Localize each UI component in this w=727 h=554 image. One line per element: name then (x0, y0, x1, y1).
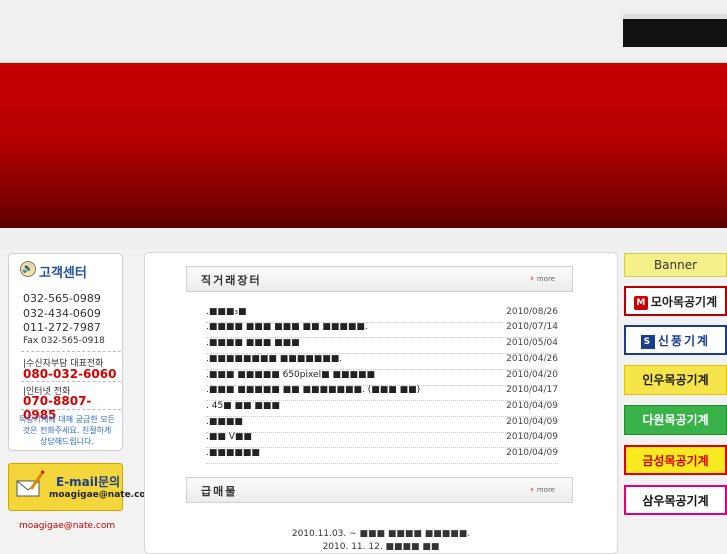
email-inquiry-title: E-mail문의 (56, 475, 121, 489)
urgent-sale-item[interactable]: 2010. 11. 12. ■■■■ ■■ (145, 542, 617, 552)
customer-center-title: 고객센터 (39, 266, 87, 281)
speaker-icon: 🔊 (20, 261, 36, 277)
post-date: 2010/04/17 (506, 385, 558, 395)
divider-strip (0, 228, 727, 250)
post-title[interactable]: .■■■■ ■■■ ■■■ (206, 338, 300, 348)
urgent-sale-title: 급매물 (201, 485, 238, 498)
direct-market-more-link[interactable]: more (530, 274, 555, 284)
hero-banner (0, 63, 727, 228)
post-title[interactable]: . 45■ ■■ ■■■ (206, 401, 280, 411)
post-title[interactable]: .■■■■■■■■ ■■■■■■■. (206, 354, 342, 364)
main-content-panel: 직거래장터 more .■■■₃■ 2010/08/26 .■■■■ ■■■ ■■… (144, 252, 618, 554)
post-date: 2010/04/20 (506, 370, 558, 380)
post-row[interactable]: .■■■ ■■■■■ ■■ ■■■■■■■. (■■■ ■■) 2010/04/1… (206, 384, 558, 399)
phone-2: 032-434-0609 (23, 307, 101, 320)
phone-3: 011-272-7987 (23, 321, 101, 334)
banner-moa-label: 모아목공기계 (650, 295, 718, 309)
post-row[interactable]: .■■ V■■ 2010/04/09 (206, 431, 558, 446)
banner-samwoo[interactable]: 삼우목공기계 (624, 485, 727, 515)
top-black-box (623, 14, 727, 47)
row-divider (206, 463, 558, 464)
post-title[interactable]: .■■■■ (206, 417, 243, 427)
sinpung-logo-icon: S (640, 334, 655, 349)
banner-dawon[interactable]: 다원목공기계 (624, 405, 727, 435)
email-inquiry-button[interactable]: E-mail문의 moagigae@nate.com (8, 463, 155, 511)
urgent-sale-more-link[interactable]: more (530, 485, 555, 495)
post-row[interactable]: .■■■■ ■■■ ■■■ 2010/05/04 (206, 337, 558, 352)
banner-inwoo[interactable]: 인우목공기계 (624, 365, 727, 395)
post-date: 2010/08/26 (506, 307, 558, 317)
post-date: 2010/07/14 (506, 322, 558, 332)
post-date: 2010/04/09 (506, 401, 558, 411)
urgent-sale-item[interactable]: 2010.11.03. ~ ■■■ ■■■■ ■■■■■. (145, 529, 617, 539)
post-row[interactable]: .■■■■■■■■ ■■■■■■■. 2010/04/26 (206, 353, 558, 368)
post-title[interactable]: .■■■■■■ (206, 448, 260, 458)
post-date: 2010/04/09 (506, 432, 558, 442)
post-row[interactable]: .■■■■■■ 2010/04/09 (206, 447, 558, 462)
direct-market-header: 직거래장터 more (186, 266, 573, 292)
banner-sinpung-label: 신풍기계 (657, 334, 711, 348)
email-link[interactable]: moagigae@nate.com (19, 521, 115, 531)
customer-note: 목공기계에 대해 궁금한 모든 것은 전화주세요. 친절하게 상담해드립니다. (19, 415, 115, 446)
post-row[interactable]: .■■■■ ■■■ ■■■ ■■ ■■■■■. 2010/07/14 (206, 321, 558, 336)
direct-market-title: 직거래장터 (201, 274, 262, 287)
post-date: 2010/05/04 (506, 338, 558, 348)
email-inquiry-address: moagigae@nate.com (49, 490, 155, 500)
phone-1: 032-565-0989 (23, 292, 101, 305)
fax-number: Fax 032-565-0918 (23, 336, 105, 346)
urgent-sale-header: 급매물 more (186, 477, 573, 503)
post-title[interactable]: .■■■ ■■■■■ ■■ ■■■■■■■. (■■■ ■■) (206, 385, 420, 395)
top-bar (0, 0, 727, 63)
post-title[interactable]: .■■■■ ■■■ ■■■ ■■ ■■■■■. (206, 322, 368, 332)
post-title[interactable]: .■■■ ■■■■■ 650pixel■ ■■■■■ (206, 370, 375, 380)
banner-moa[interactable]: M 모아목공기계 (624, 286, 727, 316)
divider (21, 381, 121, 382)
customer-center-panel: 🔊 고객센터 032-565-0989 032-434-0609 011-272… (8, 253, 123, 451)
envelope-pencil-icon (16, 470, 45, 497)
customer-center-heading: 🔊 고객센터 (20, 261, 87, 281)
post-date: 2010/04/09 (506, 417, 558, 427)
post-date: 2010/04/26 (506, 354, 558, 364)
post-title[interactable]: .■■■₃■ (206, 307, 246, 317)
post-row[interactable]: .■■■■ 2010/04/09 (206, 416, 558, 431)
banner-geumsung[interactable]: 금성목공기계 (624, 445, 727, 475)
rep-phone: 080-032-6060 (23, 367, 117, 381)
divider (21, 351, 121, 352)
banner-heading: Banner (624, 253, 727, 277)
moa-logo-icon: M (633, 295, 648, 310)
post-title[interactable]: .■■ V■■ (206, 432, 252, 442)
post-row[interactable]: .■■■₃■ 2010/08/26 (206, 306, 558, 321)
divider (21, 409, 121, 410)
post-row[interactable]: .■■■ ■■■■■ 650pixel■ ■■■■■ 2010/04/20 (206, 369, 558, 384)
post-date: 2010/04/09 (506, 448, 558, 458)
banner-sinpung[interactable]: S 신풍기계 (624, 325, 727, 355)
post-row[interactable]: . 45■ ■■ ■■■ 2010/04/09 (206, 400, 558, 415)
